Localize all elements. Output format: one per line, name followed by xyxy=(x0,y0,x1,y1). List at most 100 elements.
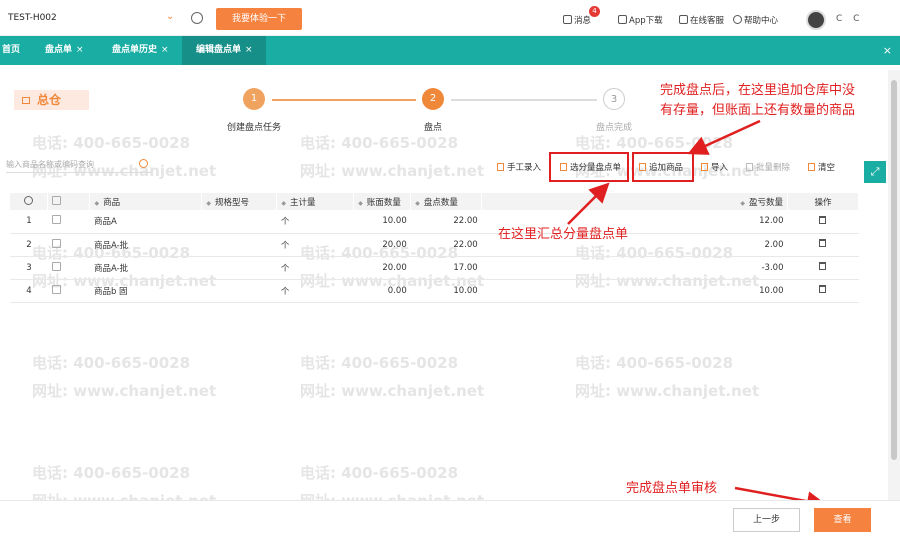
col-count-qty[interactable]: ◆ 盘点数量 xyxy=(410,193,483,210)
close-icon[interactable]: × xyxy=(883,44,892,57)
tab-label: 首页 xyxy=(2,45,21,55)
cell-count-qty[interactable]: 22.00 xyxy=(410,210,482,234)
messages-label: 消息 xyxy=(574,16,592,26)
trash-icon[interactable] xyxy=(819,285,827,293)
tab-home[interactable]: 首页 xyxy=(0,36,28,65)
clear-label: 清空 xyxy=(818,163,836,173)
close-icon[interactable]: × xyxy=(76,45,84,55)
cell-diff-qty: -3.00 xyxy=(481,256,788,280)
chevron-down-icon[interactable]: ⌄ xyxy=(166,11,174,22)
row-select[interactable] xyxy=(47,256,90,280)
gear-icon[interactable] xyxy=(191,12,203,24)
table-row[interactable]: 4 商品b 固 个 0.00 10.00 10.00 xyxy=(10,279,859,303)
cell-product[interactable]: 商品A-批 xyxy=(89,256,202,280)
scrollbar[interactable] xyxy=(888,70,900,500)
col-spec[interactable]: ◆ 规格型号 xyxy=(201,193,278,210)
trial-button[interactable]: 我要体验一下 xyxy=(216,8,302,30)
sort-icon[interactable]: ◆ xyxy=(94,200,99,207)
col-diff-qty[interactable]: ◆ 盈亏数量 xyxy=(481,193,788,210)
clear-button[interactable]: 清空 xyxy=(808,161,835,173)
step-connector xyxy=(451,99,597,101)
table-row[interactable]: 2 商品A-批 个 20.00 22.00 2.00 xyxy=(10,233,859,257)
view-button[interactable]: 查看 xyxy=(814,508,871,532)
search-icon[interactable] xyxy=(139,159,148,168)
warehouse-name: 总仓 xyxy=(37,93,62,107)
cell-product[interactable]: 商品b 固 xyxy=(89,279,202,303)
annotation-top-line1: 完成盘点后，在这里追加仓库中没 xyxy=(660,83,856,98)
avatar[interactable] xyxy=(806,10,826,30)
scrollbar-thumb[interactable] xyxy=(891,80,897,460)
top-bar: TEST-H002 ⌄ 我要体验一下 消息 4 App下载 在线客服 帮助中心 … xyxy=(0,0,900,36)
row-select[interactable] xyxy=(47,233,90,257)
sort-icon[interactable]: ◆ xyxy=(358,200,363,207)
close-icon[interactable]: × xyxy=(161,45,169,55)
cell-book-qty: 20.00 xyxy=(353,233,411,257)
row-select[interactable] xyxy=(47,279,90,303)
expand-icon[interactable]: ⤢ xyxy=(864,161,886,183)
import-button[interactable]: 导入 xyxy=(701,161,728,173)
cell-product[interactable]: 商品A xyxy=(89,210,202,234)
row-checkbox[interactable] xyxy=(51,215,61,225)
tab-inventory[interactable]: 盘点单 × xyxy=(45,36,105,65)
cell-count-qty[interactable]: 22.00 xyxy=(410,233,482,257)
trash-icon[interactable] xyxy=(819,262,827,270)
online-service-link[interactable]: 在线客服 xyxy=(679,14,724,26)
col-label: 盈亏数量 xyxy=(748,197,783,208)
tab-label: 编辑盘点单 xyxy=(196,45,242,55)
step-3-circle: 3 xyxy=(603,88,625,110)
warehouse-label: 总仓 xyxy=(14,90,89,110)
app-download-link[interactable]: App下载 xyxy=(618,14,663,26)
cell-book-qty: 20.00 xyxy=(353,256,411,280)
col-label: 操作 xyxy=(814,197,832,208)
row-select[interactable] xyxy=(47,210,90,234)
sort-icon[interactable]: ◆ xyxy=(415,200,420,207)
sort-icon[interactable]: ◆ xyxy=(740,200,745,207)
tab-edit-inventory[interactable]: 编辑盘点单 × xyxy=(182,36,266,65)
trash-icon[interactable] xyxy=(819,215,827,224)
table-row[interactable]: 3 商品A-批 个 20.00 17.00 -3.00 xyxy=(10,256,859,280)
message-icon xyxy=(563,15,572,24)
cell-count-qty[interactable]: 10.00 xyxy=(410,279,482,303)
watermark-phone: 电话: 400-665-0028 xyxy=(32,464,191,482)
cell-book-qty: 0.00 xyxy=(353,279,411,303)
messages-link[interactable]: 消息 xyxy=(563,14,591,26)
step-1-circle: 1 xyxy=(243,88,265,110)
watermark-site: 网址: www.chanjet.net xyxy=(575,382,760,400)
org-name[interactable]: TEST-H002 xyxy=(8,13,57,23)
headset-icon xyxy=(679,15,688,24)
batch-delete-button[interactable]: 批量删除 xyxy=(746,161,790,173)
annotation-bottom: 完成盘点单审核 xyxy=(626,481,718,496)
col-book-qty[interactable]: ◆ 账面数量 xyxy=(353,193,412,210)
col-label: 账面数量 xyxy=(366,197,401,208)
col-unit[interactable]: ◆ 主计量 xyxy=(276,193,355,210)
row-checkbox[interactable] xyxy=(51,284,61,294)
search-input[interactable]: 输入商品名称或编码查询 xyxy=(6,157,152,173)
prev-step-button[interactable]: 上一步 xyxy=(733,508,800,532)
col-product[interactable]: ◆ 商品 xyxy=(89,193,203,210)
manual-entry-button[interactable]: 手工录入 xyxy=(497,161,541,173)
close-icon[interactable]: × xyxy=(245,45,253,55)
select-all-cell[interactable] xyxy=(47,193,91,210)
manual-entry-label: 手工录入 xyxy=(507,163,542,173)
gear-icon[interactable] xyxy=(24,195,34,205)
step-1-label: 创建盘点任务 xyxy=(226,123,281,133)
col-label: 主计量 xyxy=(289,197,316,208)
highlight-box xyxy=(632,152,694,182)
edit-icon xyxy=(497,163,504,171)
cell-product[interactable]: 商品A-批 xyxy=(89,233,202,257)
user-name[interactable]: C C xyxy=(836,14,863,24)
column-settings[interactable] xyxy=(10,193,49,210)
help-link[interactable]: 帮助中心 xyxy=(733,14,778,26)
row-number: 1 xyxy=(10,210,48,234)
row-checkbox[interactable] xyxy=(51,261,61,271)
trash-icon[interactable] xyxy=(819,239,827,247)
select-all-checkbox[interactable] xyxy=(52,195,62,205)
cell-count-qty[interactable]: 17.00 xyxy=(410,256,482,280)
tab-inventory-history[interactable]: 盘点单历史 × xyxy=(112,36,182,65)
cell-spec xyxy=(201,210,277,234)
cell-unit: 个 xyxy=(276,279,354,303)
row-checkbox[interactable] xyxy=(51,238,61,248)
table-row[interactable]: 1 商品A 个 10.00 22.00 12.00 xyxy=(10,210,859,234)
sort-icon[interactable]: ◆ xyxy=(206,200,211,207)
sort-icon[interactable]: ◆ xyxy=(281,200,286,207)
